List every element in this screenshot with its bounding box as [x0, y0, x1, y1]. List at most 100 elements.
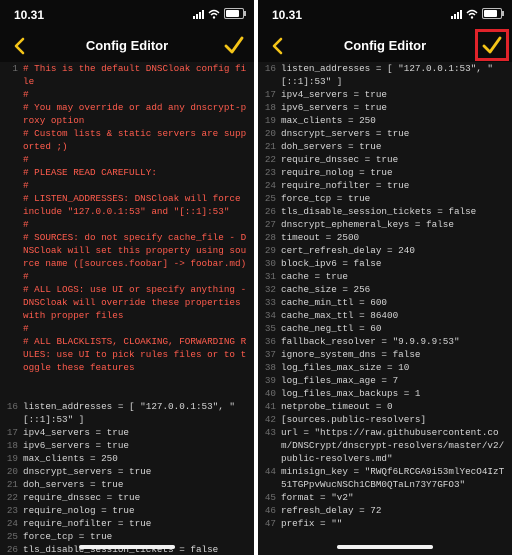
line-number: 24: [264, 180, 276, 191]
code-line: 34 cache_max_ttl = 86400: [258, 309, 512, 322]
line-number: 39: [264, 375, 276, 386]
line-text: force_tcp = true: [281, 193, 371, 204]
line-number: [0, 192, 23, 218]
line-number: 24: [6, 518, 18, 529]
config-text-editor[interactable]: 16 listen_addresses = [ "127.0.0.1:53", "…: [258, 62, 512, 555]
config-text-editor[interactable]: 1 # This is the default DNSCloak config f…: [0, 62, 254, 555]
code-line: 30 block_ipv6 = false: [258, 257, 512, 270]
line-text: refresh_delay = 72: [281, 505, 382, 516]
code-line: 42 [sources.public-resolvers]: [258, 413, 512, 426]
line-text: cache = true: [281, 271, 348, 282]
save-check-button[interactable]: [222, 34, 246, 56]
code-line: 19 max_clients = 250: [258, 114, 512, 127]
line-number: [0, 374, 23, 387]
screen-left: 10.31 Config Editor 1 # This is the defau…: [0, 0, 254, 555]
battery-icon: [482, 8, 504, 19]
line-text: # ALL BLACKLISTS, CLOAKING, FORWARDING R…: [23, 336, 247, 373]
code-line: # Custom lists & static servers are supp…: [0, 127, 254, 153]
line-text: # PLEASE READ CAREFULLY:: [23, 167, 157, 178]
line-text: netprobe_timeout = 0: [281, 401, 393, 412]
page-title: Config Editor: [85, 38, 169, 53]
line-text: # This is the default DNSCloak config fi…: [23, 63, 247, 87]
line-number: [0, 270, 23, 283]
line-number: 16: [6, 401, 18, 412]
code-line: [0, 387, 254, 400]
line-number: 32: [264, 284, 276, 295]
line-text: cache_max_ttl = 86400: [281, 310, 399, 321]
line-number: 29: [264, 245, 276, 256]
code-line: # ALL LOGS: use UI or specify anything -…: [0, 283, 254, 322]
line-number: 21: [264, 141, 276, 152]
line-text: minisign_key = "RWQf6LRCGA9i53mlYecO4IzT…: [281, 466, 505, 490]
line-text: block_ipv6 = false: [281, 258, 382, 269]
code-line: 29 cert_refresh_delay = 240: [258, 244, 512, 257]
line-number: 21: [6, 479, 18, 490]
status-time: 10.31: [272, 8, 303, 22]
line-number: 22: [6, 492, 18, 503]
status-icons: [451, 8, 504, 19]
line-text: force_tcp = true: [23, 531, 113, 542]
line-number: 18: [264, 102, 276, 113]
line-number: [0, 166, 23, 179]
line-text: cache_min_ttl = 600: [281, 297, 388, 308]
home-indicator: [79, 545, 175, 549]
code-line: 27 dnscrypt_ephemeral_keys = false: [258, 218, 512, 231]
code-line: 39 log_files_max_age = 7: [258, 374, 512, 387]
signal-icon: [451, 9, 462, 19]
line-text: #: [23, 89, 29, 100]
line-text: tls_disable_session_tickets = false: [281, 206, 477, 217]
line-number: 17: [264, 89, 276, 100]
status-bar: 10.31: [258, 0, 512, 28]
line-text: #: [23, 271, 29, 282]
code-line: #: [0, 88, 254, 101]
line-text: log_files_max_backups = 1: [281, 388, 421, 399]
save-check-button[interactable]: [475, 29, 509, 61]
code-line: # LISTEN_ADDRESSES: DNSCloak will force …: [0, 192, 254, 218]
line-text: require_dnssec = true: [23, 492, 141, 503]
line-text: prefix = "": [281, 518, 343, 529]
line-number: 1: [12, 63, 18, 74]
code-line: #: [0, 218, 254, 231]
line-number: 19: [264, 115, 276, 126]
line-number: 28: [264, 232, 276, 243]
line-text: log_files_max_age = 7: [281, 375, 399, 386]
line-number: 40: [264, 388, 276, 399]
home-indicator: [337, 545, 433, 549]
line-number: [0, 283, 23, 322]
line-number: 44: [264, 466, 276, 477]
line-number: 34: [264, 310, 276, 321]
code-line: 46 refresh_delay = 72: [258, 504, 512, 517]
line-text: max_clients = 250: [23, 453, 118, 464]
battery-icon: [224, 8, 246, 19]
code-line: 22 require_dnssec = true: [0, 491, 254, 504]
line-text: # ALL LOGS: use UI or specify anything -…: [23, 284, 252, 321]
status-icons: [193, 8, 246, 19]
line-number: 46: [264, 505, 276, 516]
line-number: 25: [6, 531, 18, 542]
line-number: 31: [264, 271, 276, 282]
line-text: # Custom lists & static servers are supp…: [23, 128, 247, 152]
line-number: [0, 231, 23, 270]
line-text: fallback_resolver = "9.9.9.9:53": [281, 336, 460, 347]
line-text: # LISTEN_ADDRESSES: DNSCloak will force …: [23, 193, 247, 217]
line-text: #: [23, 180, 29, 191]
line-text: require_nofilter = true: [281, 180, 410, 191]
nav-bar: Config Editor: [258, 28, 512, 62]
code-line: 21 doh_servers = true: [258, 140, 512, 153]
line-number: [0, 101, 23, 127]
code-line: 1 # This is the default DNSCloak config f…: [0, 62, 254, 88]
line-text: require_dnssec = true: [281, 154, 399, 165]
code-line: #: [0, 270, 254, 283]
line-number: 20: [6, 466, 18, 477]
line-number: [0, 218, 23, 231]
line-number: [0, 179, 23, 192]
code-line: 36 fallback_resolver = "9.9.9.9:53": [258, 335, 512, 348]
line-number: 43: [264, 427, 276, 438]
line-text: [23, 374, 254, 387]
line-number: 17: [6, 427, 18, 438]
line-number: 27: [264, 219, 276, 230]
status-time: 10.31: [14, 8, 45, 22]
code-line: 24 require_nofilter = true: [0, 517, 254, 530]
line-text: cert_refresh_delay = 240: [281, 245, 415, 256]
code-line: 32 cache_size = 256: [258, 283, 512, 296]
